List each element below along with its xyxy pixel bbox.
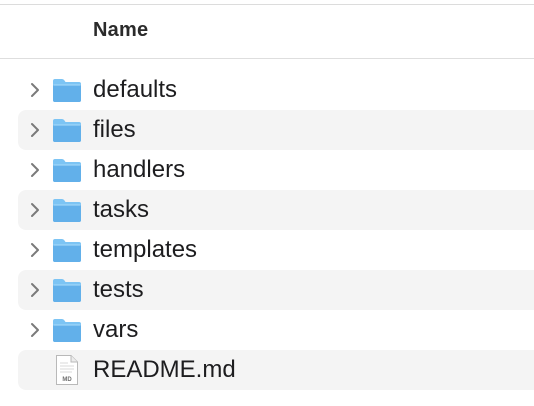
folder-icon bbox=[53, 279, 81, 302]
list-item-file[interactable]: MD README.md bbox=[0, 350, 534, 390]
finder-list-view: Name defaults files handlers tasks templ… bbox=[0, 0, 534, 406]
chevron-right-icon[interactable] bbox=[28, 201, 42, 219]
list-item-label: files bbox=[93, 116, 136, 143]
folder-icon bbox=[53, 159, 81, 182]
folder-icon bbox=[53, 79, 81, 102]
folder-icon bbox=[53, 319, 81, 342]
list-item-label: README.md bbox=[93, 356, 236, 383]
list-item-label: templates bbox=[93, 236, 198, 263]
list-item-folder[interactable]: files bbox=[0, 110, 534, 150]
list-item-folder[interactable]: tasks bbox=[0, 190, 534, 230]
chevron-right-icon[interactable] bbox=[28, 321, 42, 339]
list-item-folder[interactable]: defaults bbox=[0, 70, 534, 110]
list-item-label: tasks bbox=[93, 196, 150, 223]
chevron-right-icon[interactable] bbox=[28, 281, 42, 299]
list-item-label: defaults bbox=[93, 76, 178, 103]
file-badge-text: MD bbox=[62, 377, 72, 383]
list-item-label: tests bbox=[93, 276, 144, 303]
list-item-label: vars bbox=[93, 316, 139, 343]
folder-icon bbox=[53, 199, 81, 222]
list-item-folder[interactable]: templates bbox=[0, 230, 534, 270]
chevron-right-icon[interactable] bbox=[28, 241, 42, 259]
folder-icon bbox=[53, 119, 81, 142]
markdown-file-icon: MD bbox=[56, 355, 78, 385]
folder-icon bbox=[53, 239, 81, 262]
list-item-folder[interactable]: tests bbox=[0, 270, 534, 310]
list-item-folder[interactable]: handlers bbox=[0, 150, 534, 190]
list-item-label: handlers bbox=[93, 156, 186, 183]
name-column-header[interactable]: Name bbox=[93, 19, 148, 42]
chevron-right-icon[interactable] bbox=[28, 81, 42, 99]
column-header-bar: Name bbox=[0, 5, 534, 59]
chevron-right-icon[interactable] bbox=[28, 161, 42, 179]
list-item-folder[interactable]: vars bbox=[0, 310, 534, 350]
chevron-right-icon[interactable] bbox=[28, 121, 42, 139]
file-list: defaults files handlers tasks templates … bbox=[0, 70, 534, 390]
